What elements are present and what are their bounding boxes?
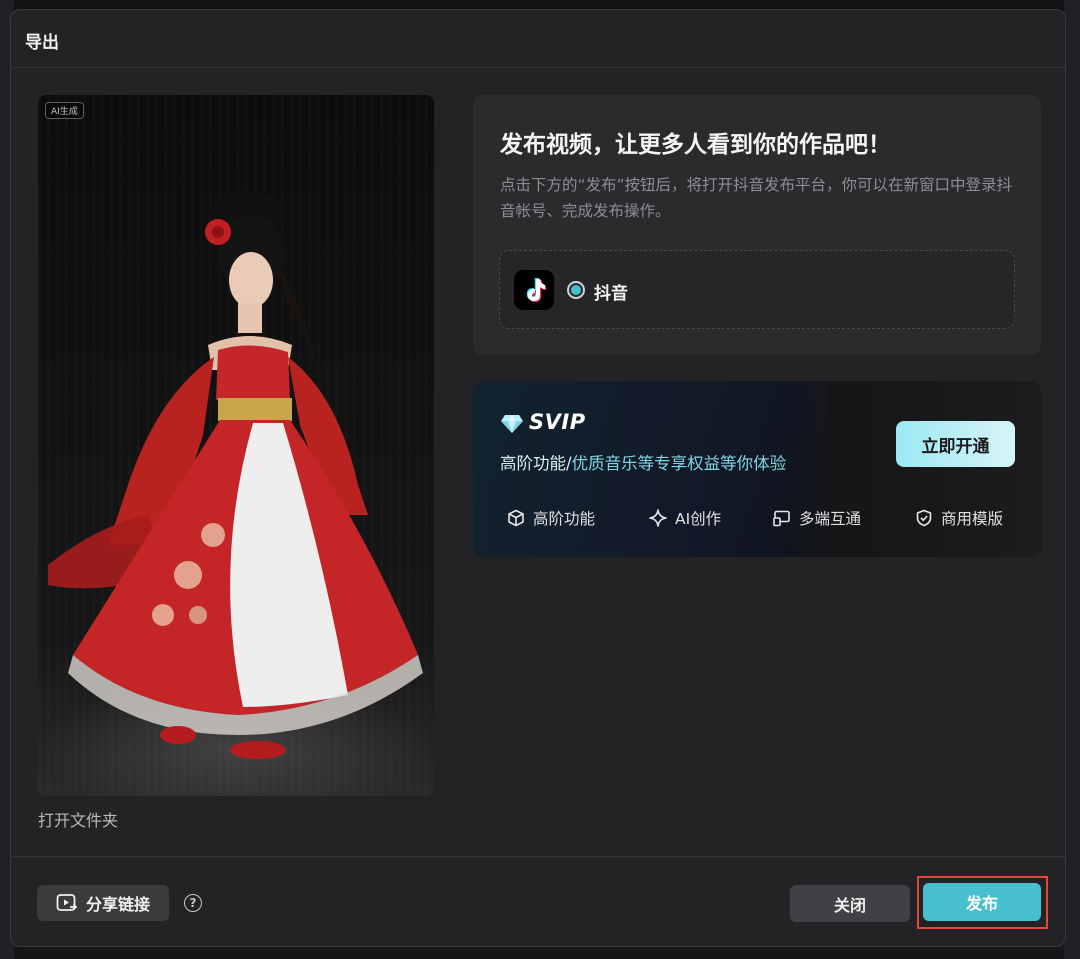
dialog-footer: 分享链接 ? 关闭 发布 (11, 856, 1065, 946)
feature-label: AI创作 (675, 510, 722, 528)
share-link-button[interactable]: 分享链接 (37, 885, 169, 921)
sparkle-icon (649, 509, 667, 527)
shield-check-icon (916, 509, 932, 527)
publish-heading: 发布视频，让更多人看到你的作品吧！ (500, 132, 891, 158)
open-folder-link[interactable]: 打开文件夹 (38, 807, 118, 831)
radio-selected-dot (571, 285, 581, 295)
close-button[interactable]: 关闭 (790, 885, 910, 922)
svip-desc-part2: 优质音乐等专享权益等你体验 (571, 454, 787, 473)
feature-multi-device: 多端互通 (773, 507, 861, 529)
diamond-icon (501, 415, 523, 433)
dialog-header: 导出 (11, 10, 1065, 68)
open-svip-button[interactable]: 立即开通 (896, 421, 1015, 467)
platform-label: 抖音 (594, 284, 628, 304)
svip-desc-part1: 高阶功能/ (500, 454, 572, 473)
svip-description: 高阶功能/优质音乐等专享权益等你体验 (500, 450, 786, 474)
export-dialog: 导出 AI生成 打开文件夹 发布视频，让更多人看到你的作品吧！ 点击下方的“发布… (10, 9, 1066, 947)
publish-button[interactable]: 发布 (923, 883, 1041, 921)
feature-label: 高阶功能 (533, 510, 596, 528)
feature-advanced: 高阶功能 (507, 507, 595, 529)
feature-commercial-template: 商用模版 (915, 507, 1003, 529)
help-icon[interactable]: ? (184, 894, 202, 912)
multi-device-icon (773, 510, 790, 527)
ai-generated-badge: AI生成 (45, 102, 84, 119)
platform-option-douyin[interactable]: 抖音 (499, 250, 1015, 329)
feature-label: 商用模版 (941, 510, 1004, 528)
feature-label: 多端互通 (799, 510, 862, 528)
feature-ai-create: AI创作 (649, 507, 721, 529)
share-video-icon (56, 894, 78, 911)
cube-icon (508, 509, 524, 527)
preview-image (48, 191, 423, 759)
svip-card: SVIP 高阶功能/优质音乐等专享权益等你体验 立即开通 高阶功能 AI创作 多… (473, 381, 1041, 557)
dialog-title: 导出 (25, 33, 59, 53)
video-preview[interactable]: AI生成 (38, 95, 434, 796)
svip-title: SVIP (529, 410, 586, 434)
share-link-label: 分享链接 (85, 895, 150, 914)
douyin-radio[interactable] (567, 281, 585, 299)
publish-card: 发布视频，让更多人看到你的作品吧！ 点击下方的“发布”按钮后，将打开抖音发布平台… (473, 95, 1041, 355)
douyin-logo-icon (514, 270, 554, 310)
background-right-strip (1064, 0, 1080, 959)
publish-description: 点击下方的“发布”按钮后，将打开抖音发布平台，你可以在新窗口中登录抖音帐号、完成… (500, 176, 1013, 220)
